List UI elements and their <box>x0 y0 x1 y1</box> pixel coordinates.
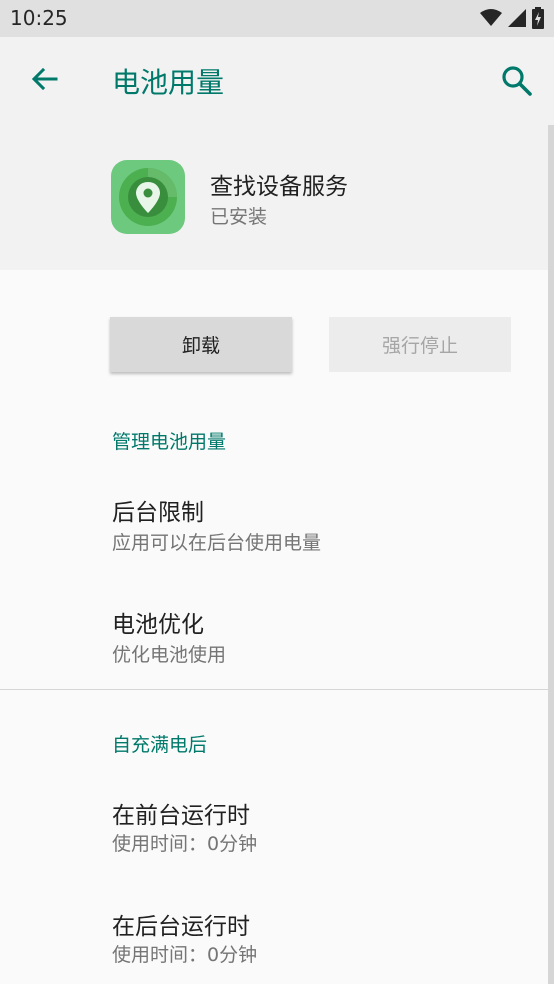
pref-summary: 优化电池使用 <box>112 644 227 666</box>
pref-title: 在后台运行时 <box>112 914 250 940</box>
pref-summary: 应用可以在后台使用电量 <box>112 532 322 554</box>
pref-title: 在前台运行时 <box>112 803 250 829</box>
arrow-back-icon[interactable] <box>26 62 62 98</box>
status-time: 10:25 <box>10 6 68 30</box>
app-bar: 电池用量 <box>0 37 554 125</box>
status-bar: 10:25 <box>0 0 554 37</box>
app-icon <box>111 160 185 234</box>
app-name: 查找设备服务 <box>210 174 348 200</box>
section-title-manage-battery: 管理电池用量 <box>112 431 227 453</box>
uninstall-button[interactable]: 卸载 <box>110 317 292 372</box>
signal-icon <box>508 9 526 27</box>
location-pin-icon <box>119 168 177 226</box>
force-stop-button[interactable]: 强行停止 <box>329 317 511 372</box>
pref-title: 电池优化 <box>112 612 204 638</box>
pref-summary: 使用时间：0分钟 <box>112 833 258 855</box>
app-install-status: 已安装 <box>210 206 268 228</box>
scrollbar[interactable] <box>548 125 554 984</box>
wifi-icon <box>480 9 502 26</box>
search-icon[interactable] <box>498 62 536 100</box>
status-icons <box>480 7 544 29</box>
page-title: 电池用量 <box>112 66 225 99</box>
divider <box>0 689 554 690</box>
section-title-since-full-charge: 自充满电后 <box>112 734 208 756</box>
pref-summary: 使用时间：0分钟 <box>112 944 258 966</box>
app-header: 查找设备服务 已安装 <box>0 125 554 270</box>
pref-title: 后台限制 <box>112 500 204 526</box>
battery-icon <box>532 7 544 29</box>
